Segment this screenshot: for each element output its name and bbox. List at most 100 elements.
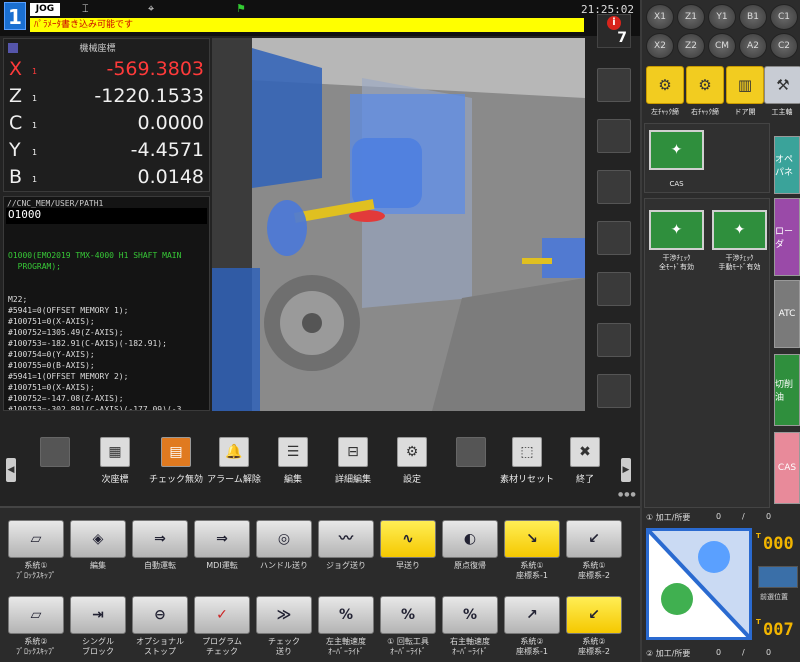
axis-row-x: X 1 -569.3803	[4, 56, 209, 83]
softkey-blank-2[interactable]	[443, 432, 499, 494]
fn-optional-stop[interactable]: ⊖ オプショナル ストップ	[130, 592, 190, 662]
work-count-1-label: ① 加工/所要	[646, 513, 691, 522]
cas-button[interactable]: ✦	[649, 130, 704, 170]
axis-button-x1[interactable]: X1	[646, 4, 674, 30]
interference-manual-button[interactable]: ✦	[712, 210, 767, 250]
side-key-3[interactable]	[597, 170, 631, 204]
side-key-2[interactable]	[597, 119, 631, 153]
fn-handle[interactable]: ◎ ハンドル送り	[254, 516, 314, 588]
machine-illustration	[212, 38, 585, 411]
jog-icon: 〰	[318, 520, 374, 558]
softkey-exit[interactable]: ✖ 終了	[557, 432, 613, 494]
panel-icon	[8, 42, 18, 53]
fn-rotary-tool-override[interactable]: % ① 回転工具 ｵｰﾊﾞｰﾗｲﾄﾞ	[378, 592, 438, 662]
axis-button-c1[interactable]: C1	[770, 4, 798, 30]
work-count-2-value: 0	[716, 648, 722, 657]
right-panel: X1 Z1 Y1 B1 C1 X2 Z2 CM A2 C2 ⚙ 左ﾁｬｯｸ締 ⚙…	[640, 0, 800, 662]
tab-atc[interactable]: ATC	[774, 280, 800, 348]
coord-icon: ↗	[504, 596, 560, 634]
list-icon: ☰	[278, 437, 308, 467]
work-count-2-slash: /	[742, 648, 745, 657]
axis-name: Z	[9, 85, 23, 107]
fn-home[interactable]: ◐ 原点復帰	[440, 516, 500, 588]
softkey-check-disable[interactable]: ▤ チェック無効	[148, 432, 204, 494]
side-key-5[interactable]	[597, 272, 631, 306]
axis-row-z: Z 1 -1220.1533	[4, 83, 209, 110]
fn-mdi[interactable]: ⇒ MDI運転	[192, 516, 252, 588]
softkey-detail-edit[interactable]: ⊟ 詳細編集	[325, 432, 381, 494]
program-header-lines: O1000(EMO2019 TMX-4000 H1 SHAFT MAIN PRO…	[8, 251, 182, 271]
side-key-1[interactable]	[597, 68, 631, 102]
axis-button-x2[interactable]: X2	[646, 33, 674, 59]
quick-label: 右ﾁｬｯｸ締	[691, 108, 719, 116]
tool-prefix-2: T	[756, 618, 761, 626]
softkey-next-coord[interactable]: ▦ 次座標	[87, 432, 143, 494]
right-chuck-button[interactable]: ⚙	[686, 66, 724, 104]
tab-cas[interactable]: CAS	[774, 432, 800, 504]
axis-button-y1[interactable]: Y1	[708, 4, 736, 30]
path-number[interactable]: 1	[4, 2, 26, 30]
fn-auto[interactable]: ⇒ 自動運転	[130, 516, 190, 588]
fn-label: 系統① 座標系-1	[516, 561, 548, 580]
fn-jog[interactable]: 〰ジョグ送り	[316, 516, 376, 588]
coord-icon: ↙	[566, 596, 622, 634]
machine-3d-view[interactable]	[212, 38, 585, 411]
axis-button-b1[interactable]: B1	[739, 4, 767, 30]
tab-coolant[interactable]: 切削油	[774, 354, 800, 426]
side-key-6[interactable]	[597, 323, 631, 357]
side-key-4[interactable]	[597, 221, 631, 255]
fn-coord-1-2[interactable]: ↙ 系統① 座標系-2	[564, 516, 624, 588]
fn-label: シングル ブロック	[82, 637, 114, 656]
axis-lock-icon: ⌶	[82, 2, 89, 15]
work-spindle-button[interactable]: ⚒	[764, 66, 800, 104]
fn-rapid[interactable]: ∿ 早送り	[378, 516, 438, 588]
door-open-button[interactable]: ▥	[726, 66, 764, 104]
status-header: 1 JOG ⌶ ⌖ ⚑ 21:25:02 ﾊﾟﾗﾒｰﾀ書き込み可能です	[0, 0, 640, 36]
message-bar: ﾊﾟﾗﾒｰﾀ書き込み可能です	[30, 18, 584, 32]
fn-label: 系統① ﾌﾞﾛｯｸｽｷｯﾌﾟ	[16, 561, 56, 580]
cas-preview[interactable]	[646, 528, 752, 640]
tab-operation-panel[interactable]: オペパネ	[774, 136, 800, 194]
fn-left-spindle-override[interactable]: % 左主軸速度 ｵｰﾊﾞｰﾗｲﾄﾞ	[316, 592, 376, 662]
side-key-7[interactable]	[597, 374, 631, 408]
axis-name: X	[9, 58, 23, 80]
axis-sub: 1	[32, 67, 38, 76]
fn-coord-2-1[interactable]: ↗ 系統② 座標系-1	[502, 592, 562, 662]
softkey-next-button[interactable]: ▶	[621, 458, 631, 482]
fn-label: 右主軸速度 ｵｰﾊﾞｰﾗｲﾄﾞ	[450, 637, 490, 656]
fn-coord-2-2[interactable]: ↙ 系統② 座標系-2	[564, 592, 624, 662]
left-chuck-button[interactable]: ⚙	[646, 66, 684, 104]
prev-position-button[interactable]	[758, 566, 798, 588]
softkey-settings[interactable]: ⚙ 設定	[384, 432, 440, 494]
fn-check-feed[interactable]: ≫ チェック 送り	[254, 592, 314, 662]
tab-loader[interactable]: ローダ	[774, 198, 800, 276]
coordinate-icon: ▦	[100, 437, 130, 467]
fn-program-check[interactable]: ✓ プログラム チェック	[192, 592, 252, 662]
cnc-screen: 1 JOG ⌶ ⌖ ⚑ 21:25:02 ﾊﾟﾗﾒｰﾀ書き込み可能です i 7 …	[0, 0, 800, 662]
axis-button-cm[interactable]: CM	[708, 33, 736, 59]
fn-coord-1-1[interactable]: ↘ 系統① 座標系-1	[502, 516, 562, 588]
blank-icon	[40, 437, 70, 467]
axis-button-z2[interactable]: Z2	[677, 33, 705, 59]
interference-all-button[interactable]: ✦	[649, 210, 704, 250]
check-feed-icon: ≫	[256, 596, 312, 634]
fn-single-block[interactable]: ⇥ シングル ブロック	[68, 592, 128, 662]
single-block-icon: ⇥	[70, 596, 126, 634]
axis-button-z1[interactable]: Z1	[677, 4, 705, 30]
fn-label: 編集	[90, 561, 106, 570]
fn-right-spindle-override[interactable]: % 右主軸速度 ｵｰﾊﾞｰﾗｲﾄﾞ	[440, 592, 500, 662]
softkey-alarm-reset[interactable]: 🔔 アラーム解除	[206, 432, 262, 494]
home-icon: ◐	[442, 520, 498, 558]
softkey-edit[interactable]: ☰ 編集	[265, 432, 321, 494]
alarm-button[interactable]: i 7	[597, 14, 631, 48]
fn-block-skip-1[interactable]: ▱ 系統① ﾌﾞﾛｯｸｽｷｯﾌﾟ	[6, 516, 66, 588]
softkey-material-reset[interactable]: ⬚ 素材リセット	[499, 432, 555, 494]
softkey-blank[interactable]	[27, 432, 83, 494]
program-panel[interactable]: //CNC_MEM/USER/PATH1 O1000 O1000(EMO2019…	[3, 196, 210, 411]
fn-label: 左主軸速度 ｵｰﾊﾞｰﾗｲﾄﾞ	[326, 637, 366, 656]
softkey-label: 詳細編集	[334, 475, 371, 485]
axis-button-c2[interactable]: C2	[770, 33, 798, 59]
fn-block-skip-2[interactable]: ▱ 系統② ﾌﾞﾛｯｸｽｷｯﾌﾟ	[6, 592, 66, 662]
fn-edit[interactable]: ◈ 編集	[68, 516, 128, 588]
axis-button-a2[interactable]: A2	[739, 33, 767, 59]
